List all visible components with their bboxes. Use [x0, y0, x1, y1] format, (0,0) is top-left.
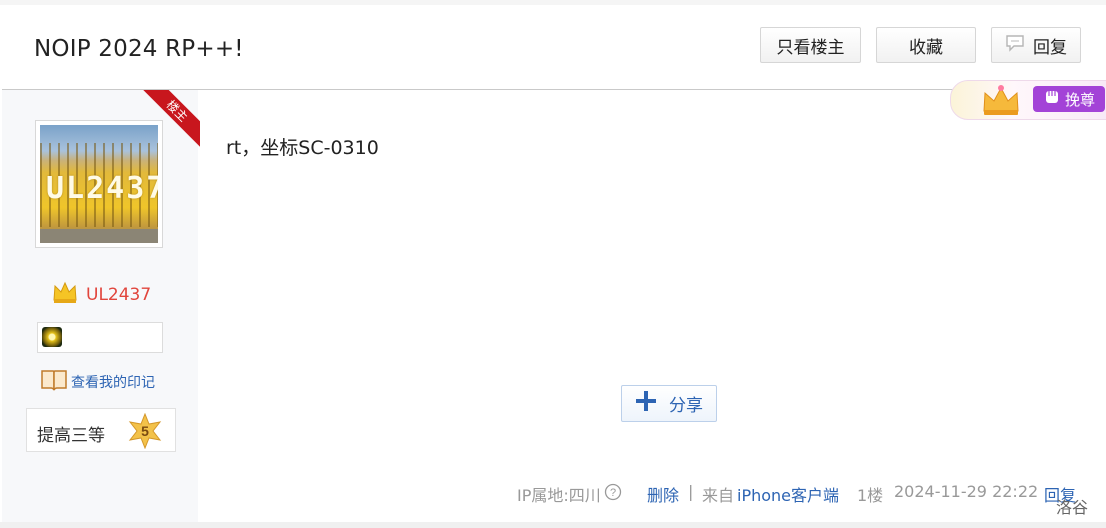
avatar-text: UL2437 — [46, 171, 158, 206]
help-icon[interactable]: ? — [601, 483, 622, 505]
crown-icon — [981, 83, 1021, 122]
ip-location-text: IP属地:四川 — [517, 486, 601, 505]
vote-badge[interactable]: 挽尊 — [950, 80, 1106, 120]
post-timestamp: 2024-11-29 22:22 — [894, 482, 1039, 501]
separator: | — [688, 482, 694, 501]
svg-text:?: ? — [610, 487, 616, 499]
thread-title: NOIP 2024 RP++! — [34, 36, 244, 62]
level-number: 5 — [141, 423, 149, 439]
op-ribbon: 楼主 — [142, 90, 200, 148]
favorite-button[interactable]: 收藏 — [876, 27, 976, 63]
share-label: 分享 — [669, 396, 703, 416]
client-link[interactable]: iPhone客户端 — [737, 482, 839, 506]
reply-button[interactable]: 回复 — [991, 27, 1081, 63]
book-icon — [40, 368, 71, 396]
badge-medal-icon[interactable] — [42, 327, 62, 347]
ip-location: IP属地:四川 ? — [517, 482, 622, 506]
vote-button[interactable]: 挽尊 — [1033, 86, 1105, 112]
avatar-ground — [40, 229, 158, 243]
level-title: 提高三等 — [37, 426, 105, 446]
post-content: rt，坐标SC-0310 — [226, 137, 379, 159]
plus-icon — [635, 390, 669, 417]
bottom-divider — [0, 522, 1106, 528]
delete-link[interactable]: 删除 — [647, 482, 679, 506]
author-sidebar: UL2437 楼主 UL2437 查看我的印记 提高三等 5 — [2, 90, 200, 522]
thread-header: NOIP 2024 RP++! 只看楼主 收藏 回复 — [2, 5, 1106, 90]
author-username-text: UL2437 — [86, 284, 152, 305]
comment-icon — [1005, 34, 1025, 57]
imprint-link-text: 查看我的印记 — [71, 375, 155, 391]
only-op-button[interactable]: 只看楼主 — [760, 27, 861, 63]
level-badge[interactable]: 提高三等 5 — [26, 408, 176, 452]
level-star-icon: 5 — [127, 412, 163, 454]
share-button[interactable]: 分享 — [621, 385, 717, 422]
fist-icon — [1043, 88, 1061, 110]
imprint-link[interactable]: 查看我的印记 — [40, 368, 155, 396]
badge-box — [37, 322, 163, 353]
vip-crown-icon — [52, 280, 86, 309]
author-username[interactable]: UL2437 — [52, 280, 151, 309]
avatar-image: UL2437 — [40, 125, 158, 243]
from-prefix: 来自 — [702, 486, 735, 505]
vote-label: 挽尊 — [1064, 90, 1095, 109]
watermark: 洛谷 — [1056, 498, 1089, 517]
reply-button-label: 回复 — [1033, 37, 1067, 58]
op-ribbon-label: 楼主 — [142, 90, 200, 148]
floor-number: 1楼 — [857, 486, 884, 505]
